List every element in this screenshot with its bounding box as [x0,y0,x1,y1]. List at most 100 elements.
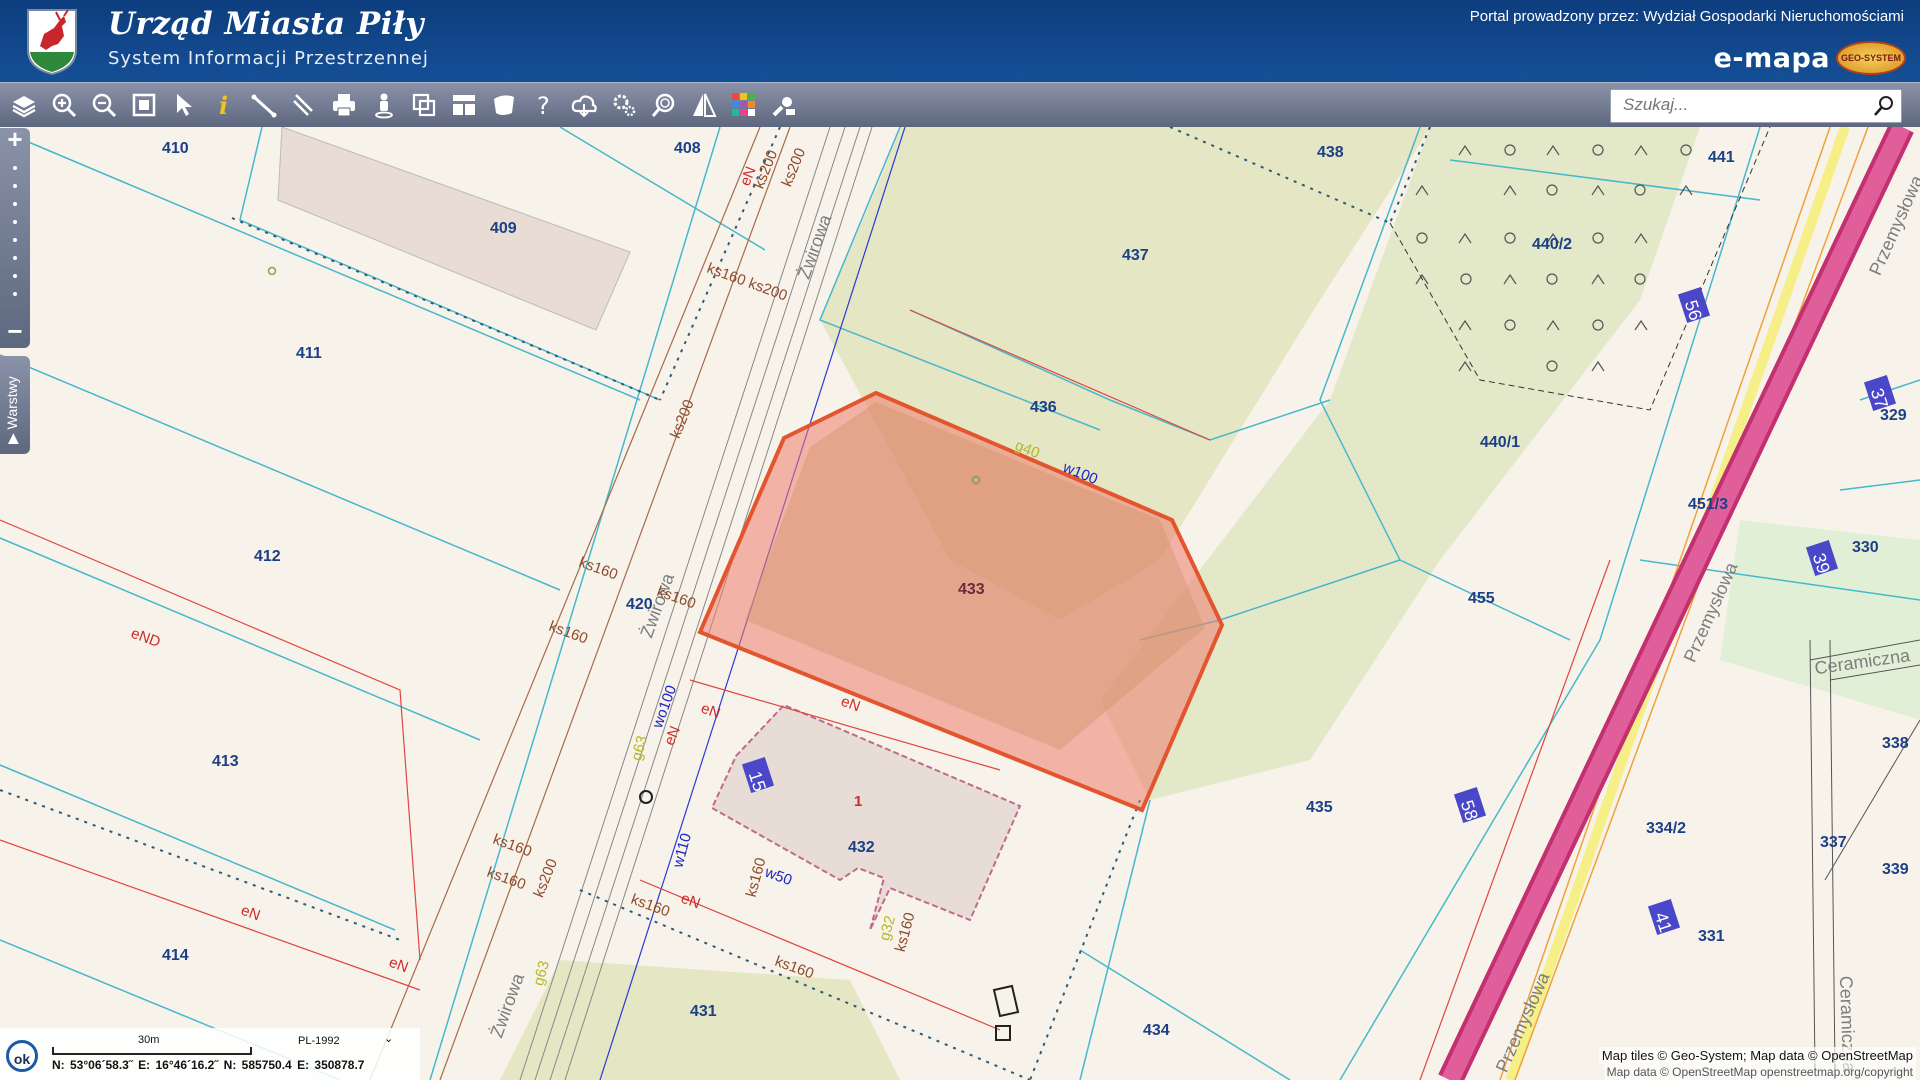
parcel-label: 436 [1030,399,1057,416]
parcel-label: 329 [1880,407,1907,424]
select-pointer-icon[interactable] [168,89,200,121]
address-badge: 56 [1681,298,1706,323]
crs-select[interactable]: PL-1992 [298,1035,340,1047]
layers-tab-text: Warstwy [4,376,20,430]
help-icon[interactable]: ? [528,89,560,121]
utility-label: g63 [530,959,553,988]
utility-label: w100 [1060,459,1101,489]
utility-label: g40 [1013,437,1043,462]
svg-text:?: ? [537,92,550,119]
print-icon[interactable] [328,89,360,121]
copy-map-icon[interactable] [408,89,440,121]
utility-label: ks160 [629,891,672,921]
compare-icon[interactable] [688,89,720,121]
zoom-level-dot[interactable] [13,220,17,224]
utility-label: ks160 [892,911,919,954]
parcel-label: 410 [162,140,189,157]
parcel-label: 438 [1317,144,1344,161]
cursor-coordinates: N: 53°06´58.3˝ E: 16°46´16.2˝ N: 585750.… [52,1058,365,1072]
app-title: Urząd Miasta Piły [108,6,424,42]
utility-label: ks200 [667,397,698,440]
zoom-level-dot[interactable] [13,202,17,206]
utility-label: ks160 [491,831,534,861]
utility-label: ks160 [773,953,816,983]
zoom-level-dot[interactable] [13,256,17,260]
utility-label: eN [239,902,263,925]
parcel-label: 337 [1820,834,1847,851]
ok-button[interactable]: ok [6,1040,38,1072]
utility-label: ks160 [485,864,528,894]
color-palette-icon[interactable] [728,89,760,121]
utility-label: eN [679,890,703,913]
address-badge: 58 [1457,798,1482,823]
parcel-label: 440/1 [1480,434,1520,451]
parcel-label: 339 [1882,861,1909,878]
measure-distance-icon[interactable] [248,89,280,121]
parcel-label: 455 [1468,590,1495,607]
cloud-download-icon[interactable] [568,89,600,121]
parcel-label: 331 [1698,928,1725,945]
utility-label: w50 [762,863,795,889]
street-label: Przemysłowa [1680,558,1742,665]
street-view-icon[interactable] [368,89,400,121]
zoom-in-icon[interactable] [48,89,80,121]
map-shape-icon[interactable] [488,89,520,121]
search-input[interactable] [1611,90,1869,120]
app-subtitle: System Informacji Przestrzennej [108,48,429,69]
zoom-in-button[interactable]: + [3,126,27,152]
parcel-label-433: 433 [958,581,985,598]
parcel-label: 409 [490,220,517,237]
geo-system-badge: GEO-SYSTEM [1836,41,1906,75]
layers-tab[interactable]: ▶ Warstwy [0,356,30,454]
search-zoom-icon[interactable] [648,89,680,121]
layers-icon[interactable] [8,89,40,121]
layout-icon[interactable] [448,89,480,121]
zoom-level-dot[interactable] [13,292,17,296]
parcel-label: 334/2 [1646,820,1686,837]
tools-icon[interactable] [768,89,800,121]
brand-logo[interactable]: e-mapa GEO-SYSTEM [1714,41,1906,75]
search-icon[interactable] [1871,93,1897,119]
parcel-label: 434 [1143,1022,1170,1039]
map-toolbar: i ? [0,82,1920,128]
street-label: Przemysłowa [1492,968,1554,1075]
utility-label: ks160 ks200 [705,260,790,305]
street-label: Przemysłowa [1865,171,1920,278]
settings-icon[interactable] [608,89,640,121]
zoom-level-dot[interactable] [13,274,17,278]
svg-text:i: i [219,91,228,119]
zoom-out-icon[interactable] [88,89,120,121]
utility-label: ks160 [577,554,620,584]
utility-label: g63 [628,734,651,763]
utility-label: ks200 [778,146,809,189]
parcel-label: 441 [1708,149,1735,166]
parcel-label: 437 [1122,247,1149,264]
zoom-level-dot[interactable] [13,184,17,188]
provider-info: Portal prowadzony przez: Wydział Gospoda… [1469,8,1904,25]
parcel-label: 414 [162,947,189,964]
info-icon[interactable]: i [208,89,240,121]
address-badge: 15 [745,769,770,794]
zoom-out-button[interactable]: − [3,318,27,344]
scale-label: 30m [138,1034,160,1046]
parcel-label: 451/3 [1688,496,1728,513]
zoom-level-dot[interactable] [13,238,17,242]
chevron-down-icon[interactable]: ⌄ [384,1032,393,1045]
city-crest-logo [27,9,77,76]
zoom-slider[interactable]: + − [0,126,30,348]
address-badge: 41 [1651,910,1676,935]
parcel-label: 408 [674,140,701,157]
map-attribution-secondary[interactable]: Map data © OpenStreetMap openstreetmap.o… [1603,1064,1916,1080]
street-label: Żwirowa [486,970,528,1041]
parcel-label: 435 [1306,799,1333,816]
parcel-label: 412 [254,548,281,565]
measure-area-icon[interactable] [288,89,320,121]
zoom-level-dot[interactable] [13,166,17,170]
search-box [1610,89,1902,123]
scale-bar [52,1047,252,1055]
map-canvas[interactable]: 410 408 409 411 412 413 414 420 431 432 … [0,127,1920,1080]
app-header: Urząd Miasta Piły System Informacji Prze… [0,0,1920,82]
zoom-extent-icon[interactable] [128,89,160,121]
play-icon: ▶ [4,429,20,444]
layers-tab-label: ▶ Warstwy [4,376,21,444]
